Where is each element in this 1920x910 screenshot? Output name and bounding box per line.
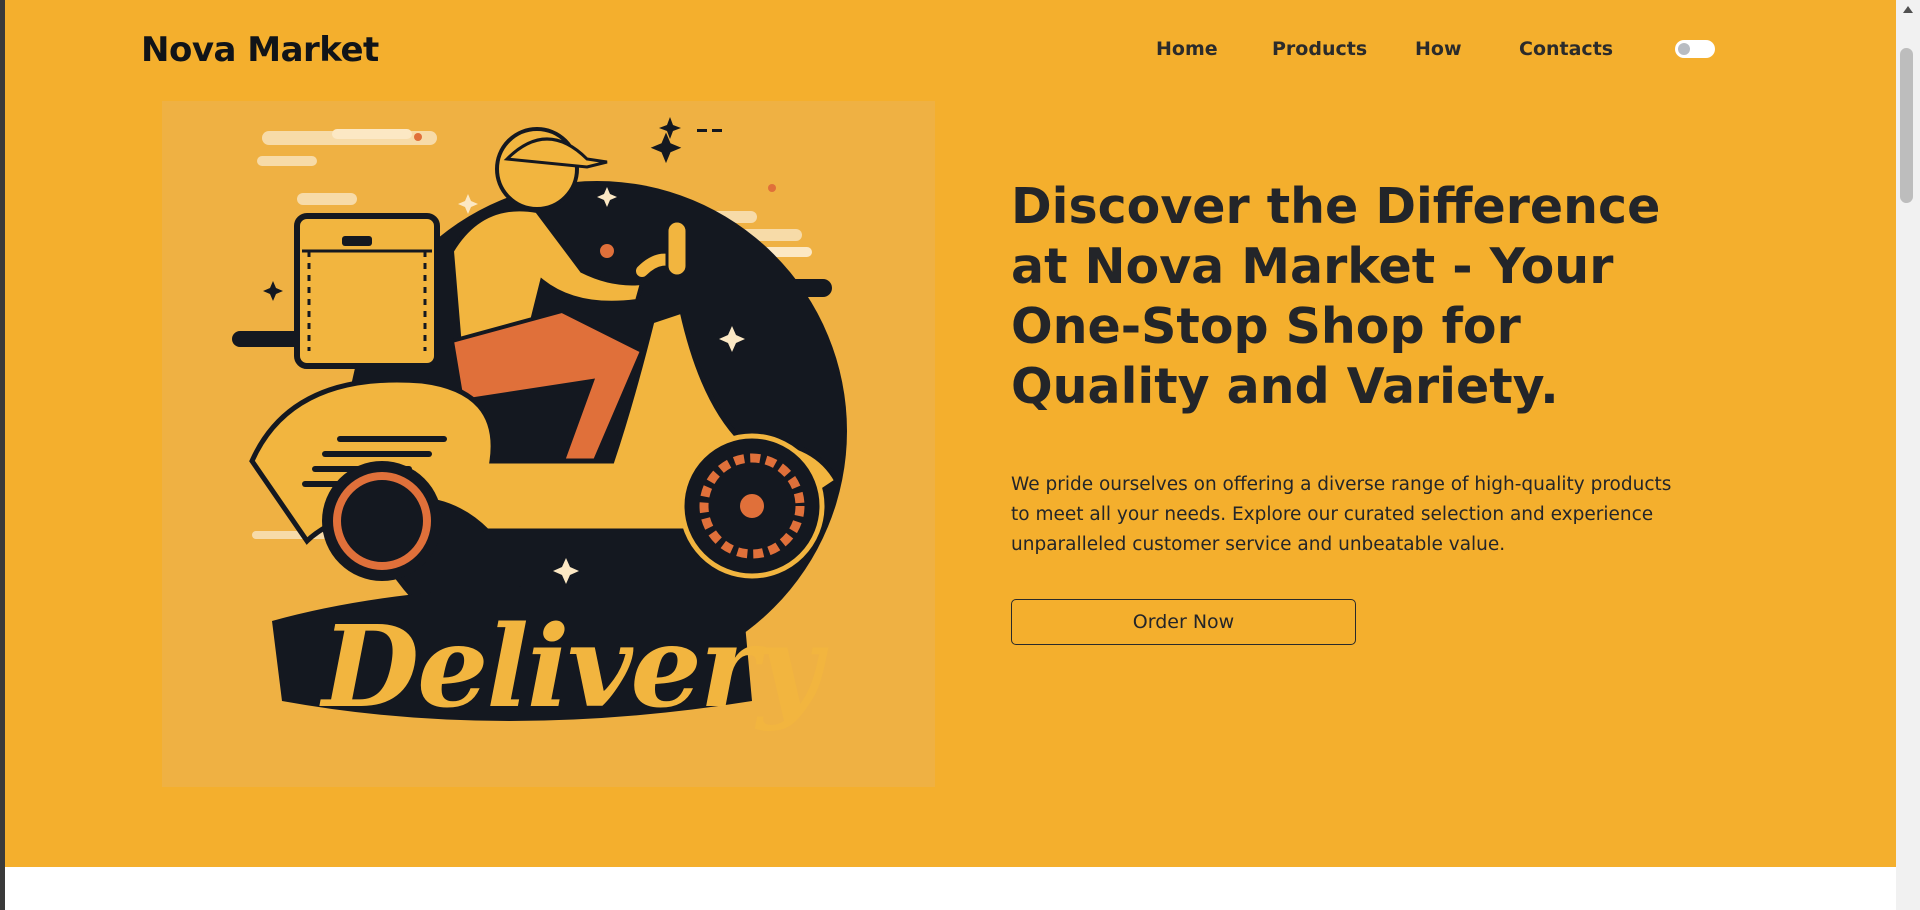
hero-description: We pride ourselves on offering a diverse… bbox=[1011, 474, 1672, 555]
nav-home[interactable]: Home bbox=[1156, 38, 1218, 60]
delivery-wordmark: Delivery bbox=[319, 602, 829, 733]
nav-how[interactable]: How bbox=[1415, 38, 1462, 60]
toggle-knob bbox=[1678, 43, 1690, 55]
delivery-scooter-image: Delivery bbox=[232, 117, 847, 733]
nav-products[interactable]: Products bbox=[1272, 38, 1367, 60]
hero-headline: Discover the Difference at Nova Market -… bbox=[1011, 178, 1661, 415]
order-now-button[interactable]: Order Now bbox=[1011, 599, 1356, 645]
nav-contacts[interactable]: Contacts bbox=[1519, 38, 1613, 60]
scroll-up-arrow-icon[interactable] bbox=[1903, 6, 1913, 13]
hero-section: Nova Market Home Products How Contacts D… bbox=[5, 0, 1896, 867]
scroll-thumb[interactable] bbox=[1900, 48, 1913, 203]
brand-logo[interactable]: Nova Market bbox=[141, 30, 379, 70]
delivery-illustration: Delivery bbox=[162, 101, 935, 787]
theme-toggle[interactable] bbox=[1675, 40, 1715, 58]
